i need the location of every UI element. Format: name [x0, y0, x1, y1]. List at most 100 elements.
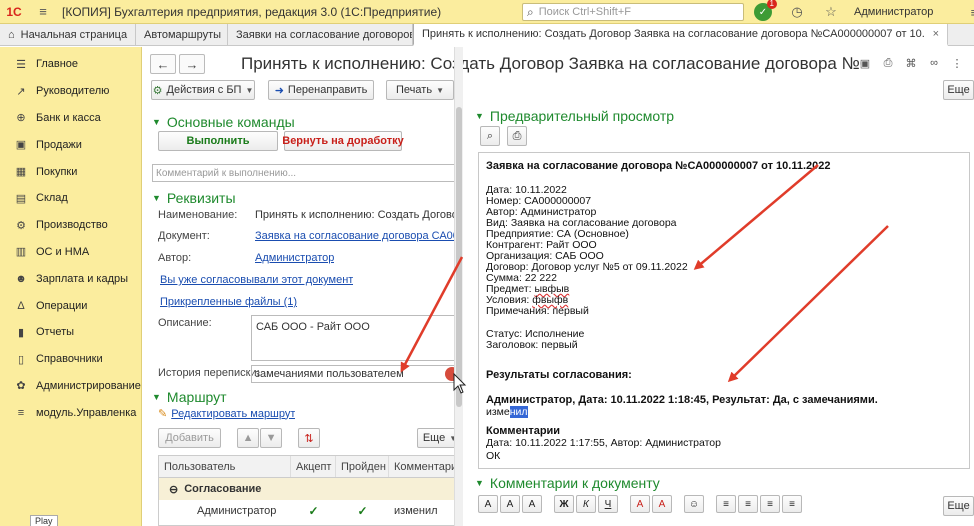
- scrollbar-thumb[interactable]: [456, 107, 462, 407]
- align-center-icon[interactable]: ≡: [738, 495, 758, 513]
- preview-zoom-button[interactable]: ⌕: [480, 126, 500, 146]
- back-button[interactable]: ←: [150, 54, 176, 74]
- favorites-icon[interactable]: ☆: [822, 3, 840, 21]
- insert-image-icon[interactable]: ☺: [684, 495, 704, 513]
- chevron-down-icon: ▼: [152, 193, 161, 203]
- tab-autoroutes[interactable]: Автомаршруты: [136, 24, 228, 46]
- bp-actions-button[interactable]: ⚙ Действия с БП ▼: [151, 80, 255, 100]
- current-user[interactable]: Администратор: [854, 6, 933, 18]
- chevron-down-icon: ▼: [436, 85, 444, 95]
- highlight-color-icon[interactable]: A: [630, 495, 650, 513]
- author-label: Автор:: [158, 252, 192, 264]
- return-button[interactable]: Вернуть на доработку: [282, 131, 404, 151]
- section-commands[interactable]: ▼ Основные команды: [152, 114, 295, 130]
- sidebar-item-bank[interactable]: ⊕ Банк и касса: [0, 105, 141, 132]
- document-label: Документ:: [158, 230, 210, 242]
- save-icon[interactable]: ▣: [857, 55, 873, 71]
- underline-icon[interactable]: Ч: [598, 495, 618, 513]
- col-user[interactable]: Пользователь: [159, 456, 291, 477]
- section-preview[interactable]: ▼ Предварительный просмотр: [475, 108, 674, 124]
- more-button-top[interactable]: Еще: [943, 80, 974, 100]
- move-up-button[interactable]: ▲: [237, 428, 259, 448]
- bold-icon[interactable]: Ж: [554, 495, 574, 513]
- sidebar-item-main[interactable]: ☰ Главное: [0, 51, 141, 78]
- align-right-icon[interactable]: ≡: [760, 495, 780, 513]
- tab-current-task[interactable]: Принять к исполнению: Создать Договор За…: [413, 24, 948, 46]
- align-left-icon[interactable]: ≡: [716, 495, 736, 513]
- text-color-icon[interactable]: A: [652, 495, 672, 513]
- align-justify-icon[interactable]: ≡: [782, 495, 802, 513]
- history-field[interactable]: замечаниями пользователем: [251, 365, 463, 383]
- collapse-icon[interactable]: ⊖: [169, 483, 178, 496]
- author-link[interactable]: Администратор: [255, 252, 334, 264]
- completion-comment-input[interactable]: Комментарий к выполнению...: [152, 164, 461, 182]
- print-button[interactable]: Печать ▼: [386, 80, 454, 100]
- sidebar-item-sales[interactable]: ▣ Продажи: [0, 131, 141, 158]
- search-placeholder: Поиск Ctrl+Shift+F: [538, 6, 631, 18]
- sidebar-item-module[interactable]: ≡ модуль.Управленка: [0, 399, 141, 426]
- sidebar-item-payroll[interactable]: ☻ Зарплата и кадры: [0, 265, 141, 292]
- section-doc-comments[interactable]: ▼ Комментарии к документу: [475, 475, 660, 491]
- result-comment: изменил: [486, 406, 528, 418]
- col-accept[interactable]: Акцепт: [291, 456, 336, 477]
- forward-button[interactable]: →: [179, 54, 205, 74]
- sidebar-item-warehouse[interactable]: ▤ Склад: [0, 185, 141, 212]
- col-passed[interactable]: Пройден: [336, 456, 389, 477]
- font-icon[interactable]: A: [478, 495, 498, 513]
- italic-icon[interactable]: К: [576, 495, 596, 513]
- tab-bar: ⌂ Начальная страница Автомаршруты Заявки…: [0, 24, 974, 46]
- sidebar-item-reports[interactable]: ▮ Отчеты: [0, 319, 141, 346]
- format-toolbar: A A A Ж К Ч A A ☺ ≡ ≡ ≡ ≡: [478, 495, 802, 513]
- sidebar-item-directories[interactable]: ▯ Справочники: [0, 346, 141, 373]
- magnifier-icon: ⌕: [486, 129, 494, 142]
- tab-contract-requests[interactable]: Заявки на согласование договоров: [228, 24, 413, 46]
- description-field[interactable]: САБ ООО - Райт ООО: [251, 315, 463, 361]
- add-route-button[interactable]: Добавить: [158, 428, 221, 448]
- bank-icon: ⊕: [16, 112, 26, 125]
- chevron-down-icon: ▼: [152, 117, 161, 127]
- move-down-button[interactable]: ▼: [260, 428, 282, 448]
- section-route[interactable]: ▼ Маршрут: [152, 389, 227, 405]
- preview-document[interactable]: Заявка на согласование договора №СА00000…: [478, 152, 970, 469]
- font-shrink-icon[interactable]: A: [522, 495, 542, 513]
- sidebar-item-purchases[interactable]: ▦ Покупки: [0, 158, 141, 185]
- more-button-comments[interactable]: Еще: [943, 496, 974, 516]
- sidebar-item-production[interactable]: ⚙ Производство: [0, 212, 141, 239]
- settings-menu-icon[interactable]: ≡: [965, 3, 974, 21]
- edit-route-icon: ✎: [158, 408, 168, 420]
- attach-icon[interactable]: ⌘: [903, 55, 919, 71]
- sidebar-item-admin[interactable]: ✿ Администрирование: [0, 373, 141, 400]
- sidebar-item-operations[interactable]: Δ Операции: [0, 292, 141, 319]
- preview-print-button[interactable]: ⎙: [507, 126, 527, 146]
- sort-button[interactable]: ⇅: [298, 428, 320, 448]
- left-panel-scrollbar[interactable]: [454, 47, 463, 526]
- attached-files-link[interactable]: Прикрепленные файлы (1): [160, 296, 297, 308]
- main-menu-icon[interactable]: ≡: [34, 3, 52, 21]
- chevron-down-icon: ▼: [152, 392, 161, 402]
- redirect-button[interactable]: ➜ Перенаправить: [268, 80, 374, 100]
- sidebar-item-assets[interactable]: ▥ ОС и НМА: [0, 239, 141, 266]
- sidebar: ☰ Главное ↗ Руководителю ⊕ Банк и касса ▣ Пр…: [0, 47, 142, 526]
- col-comment[interactable]: Комментари: [389, 456, 462, 477]
- route-group-row[interactable]: ⊖ Согласование: [159, 478, 462, 500]
- document-link[interactable]: Заявка на согласование договора СА0000..…: [255, 230, 460, 242]
- tab-home[interactable]: ⌂ Начальная страница: [0, 24, 136, 46]
- sidebar-item-manager[interactable]: ↗ Руководителю: [0, 78, 141, 105]
- print-icon[interactable]: ⎙: [880, 55, 896, 71]
- history-icon[interactable]: ◷: [788, 3, 806, 21]
- more-icon[interactable]: ⋮: [949, 55, 965, 71]
- close-tab-icon[interactable]: ×: [933, 28, 939, 40]
- global-search-input[interactable]: ⌕ Поиск Ctrl+Shift+F: [522, 3, 744, 21]
- route-table-header: Пользователь Акцепт Пройден Комментари: [159, 456, 462, 478]
- book-icon: ▯: [17, 353, 25, 366]
- already-agreed-link[interactable]: Вы уже согласовывали этот документ: [160, 274, 353, 286]
- execute-button[interactable]: Выполнить: [158, 131, 278, 151]
- preview-title: Заявка на согласование договора №СА00000…: [486, 160, 831, 172]
- edit-route-link[interactable]: Редактировать маршрут: [171, 408, 295, 420]
- notifications-icon[interactable]: ✓ 1: [754, 0, 777, 21]
- table-row[interactable]: Администратор ✓ ✓ изменил: [159, 500, 462, 522]
- font-grow-icon[interactable]: A: [500, 495, 520, 513]
- section-details[interactable]: ▼ Реквизиты: [152, 190, 236, 206]
- play-badge: Play: [30, 515, 58, 526]
- link-icon[interactable]: ∞: [926, 55, 942, 71]
